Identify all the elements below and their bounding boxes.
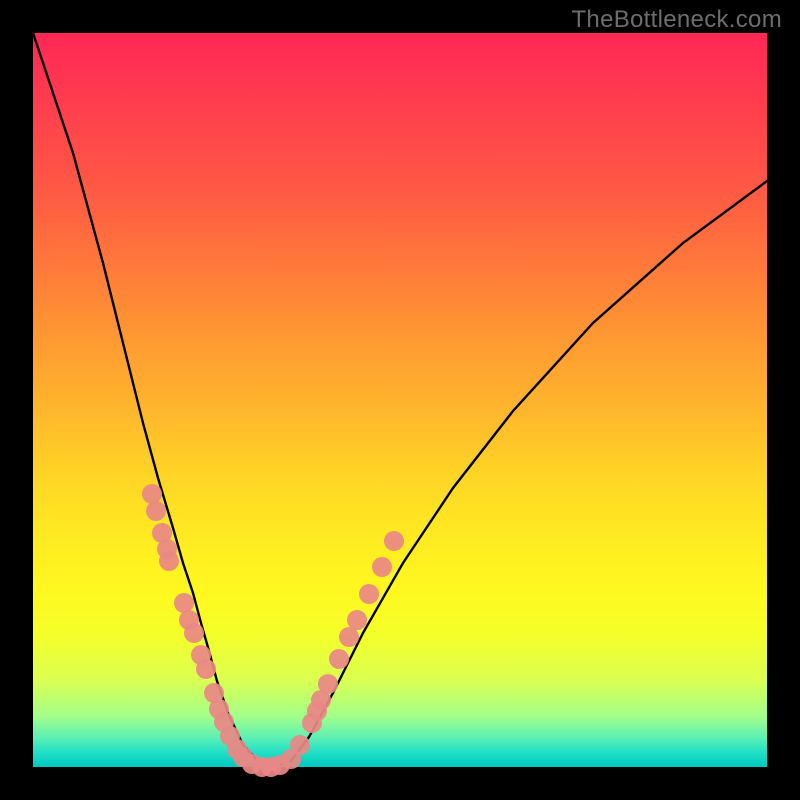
watermark-text: TheBottleneck.com xyxy=(571,6,782,34)
marker-dot-right xyxy=(347,610,367,630)
marker-dot-right xyxy=(372,557,392,577)
marker-dot-right xyxy=(290,735,310,755)
marker-dot-left xyxy=(184,623,204,643)
v-curve-path xyxy=(33,33,767,767)
chart-stage: TheBottleneck.com xyxy=(0,0,800,800)
marker-dot-left xyxy=(142,484,162,504)
marker-dot-left xyxy=(174,593,194,613)
marker-dot-left xyxy=(196,659,216,679)
marker-dot-right xyxy=(359,584,379,604)
marker-dot-right xyxy=(384,531,404,551)
chart-svg xyxy=(33,33,767,767)
chart-plot-area xyxy=(33,33,767,767)
marker-dot-left xyxy=(159,551,179,571)
marker-dot-right xyxy=(318,674,338,694)
marker-dot-left xyxy=(146,501,166,521)
marker-dot-right xyxy=(339,627,359,647)
marker-dot-right xyxy=(329,649,349,669)
